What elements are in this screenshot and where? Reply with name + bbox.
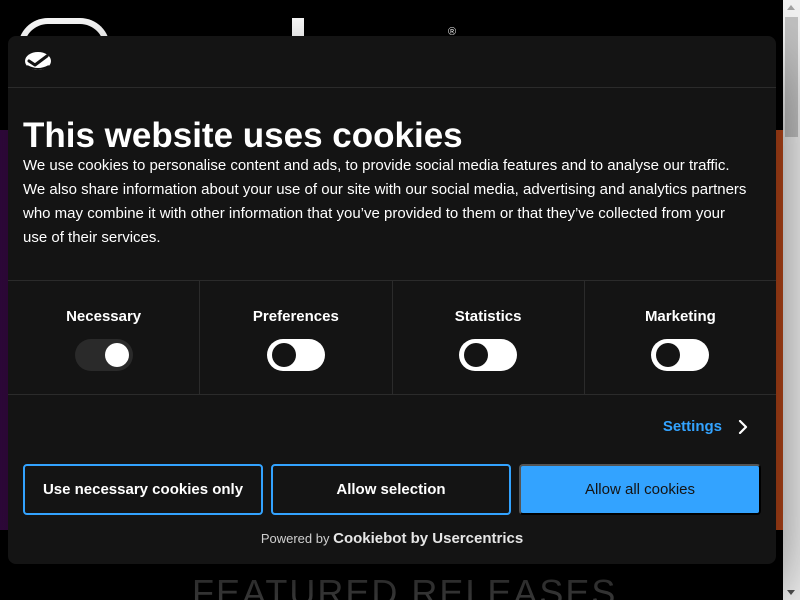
scroll-thumb[interactable] xyxy=(785,17,798,137)
dialog-description: We use cookies to personalise content an… xyxy=(23,157,747,246)
powered-by: Powered by Cookiebot by Usercentrics xyxy=(8,530,776,547)
featured-releases-heading: FEATURED RELEASES xyxy=(192,572,618,600)
toggle-knob xyxy=(271,343,296,367)
page-scrollbar[interactable] xyxy=(783,0,800,600)
scroll-up-icon[interactable] xyxy=(787,5,795,10)
scroll-down-icon[interactable] xyxy=(787,590,795,595)
powered-by-prefix: Powered by xyxy=(260,531,330,546)
marketing-toggle[interactable] xyxy=(651,339,710,371)
cookie-categories: Necessary Preferences Statistics Marketi… xyxy=(8,280,776,395)
chevron-right-icon[interactable] xyxy=(738,419,748,434)
toggle-knob xyxy=(104,343,129,367)
necessary-toggle xyxy=(74,339,133,371)
cookie-consent-dialog: This website uses cookies We use cookies… xyxy=(8,36,776,564)
category-marketing: Marketing xyxy=(585,281,776,394)
category-necessary: Necessary xyxy=(8,281,201,394)
settings-label[interactable]: Settings xyxy=(663,418,722,435)
cookiebot-logo-icon xyxy=(25,52,51,70)
settings-link[interactable]: Settings xyxy=(663,418,748,435)
preferences-toggle[interactable] xyxy=(266,339,325,371)
dialog-header xyxy=(8,36,776,88)
powered-by-brand-link[interactable]: Cookiebot by Usercentrics xyxy=(333,530,523,547)
use-necessary-cookies-button[interactable]: Use necessary cookies only xyxy=(23,464,263,515)
statistics-toggle[interactable] xyxy=(459,339,518,371)
toggle-knob xyxy=(656,343,681,367)
category-preferences: Preferences xyxy=(200,281,393,394)
site-logo-mark xyxy=(292,18,304,38)
toggle-knob xyxy=(464,343,489,367)
category-label: Marketing xyxy=(644,308,716,325)
category-label: Necessary xyxy=(66,308,142,325)
category-label: Statistics xyxy=(454,308,522,325)
category-label: Preferences xyxy=(252,308,339,325)
dialog-title: This website uses cookies xyxy=(23,116,463,155)
category-statistics: Statistics xyxy=(393,281,585,394)
allow-selection-button[interactable]: Allow selection xyxy=(271,464,511,515)
allow-all-cookies-button[interactable]: Allow all cookies xyxy=(519,464,761,515)
